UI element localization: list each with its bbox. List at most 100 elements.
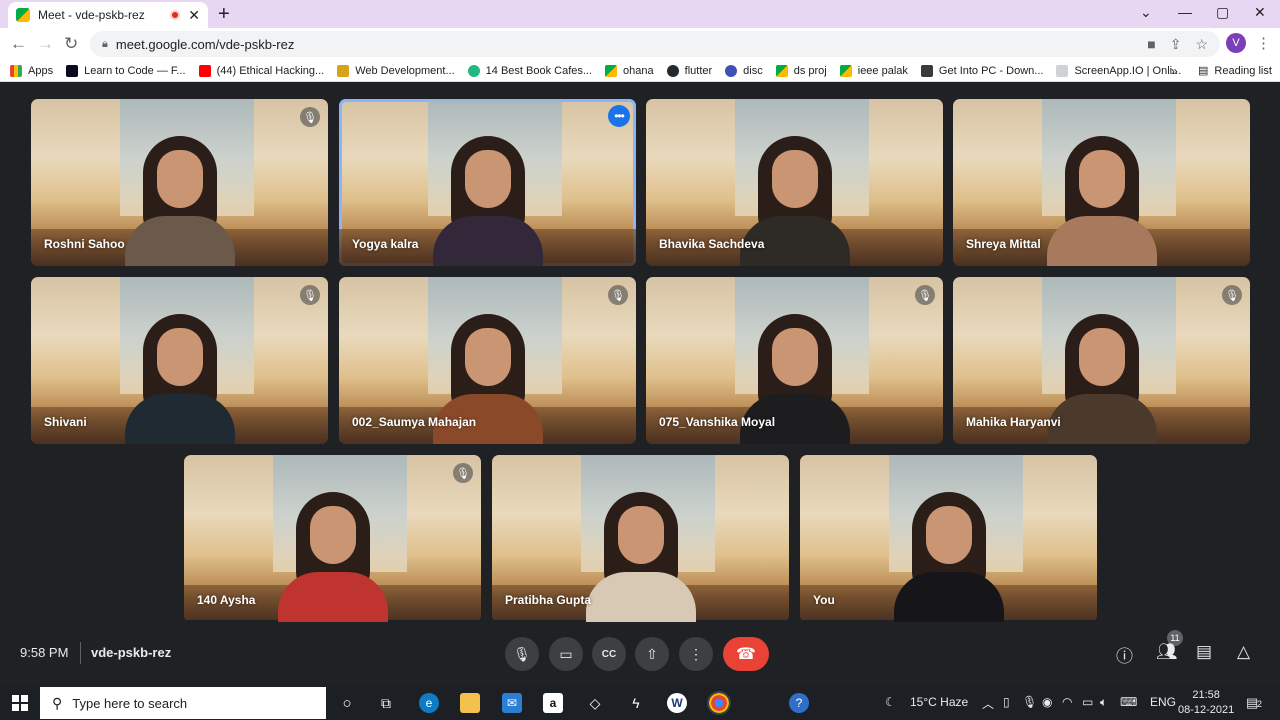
chrome-menu-icon[interactable]: ⋮ xyxy=(1256,34,1271,52)
bookmark-ds-proj[interactable]: ds proj xyxy=(775,64,827,77)
tray-microphone-icon[interactable]: 🎙︎ xyxy=(1022,695,1037,709)
tab-search-icon[interactable]: ⌄ xyxy=(1140,4,1152,21)
mail-icon[interactable]: ✉ xyxy=(502,693,522,713)
wifi-icon[interactable]: ◠ xyxy=(1062,695,1072,709)
chat-icon[interactable]: ▤ xyxy=(1196,642,1212,662)
bookmark-learn-to-code[interactable]: Learn to Code — F... xyxy=(66,64,186,77)
bookmark-ethical-hacking[interactable]: (44) Ethical Hacking... xyxy=(198,64,324,77)
bookmark-disc[interactable]: disc xyxy=(725,64,763,77)
participant-tile[interactable]: 🎙︎ Roshni Sahoo xyxy=(31,99,328,266)
participant-tile[interactable]: Bhavika Sachdeva xyxy=(646,99,943,266)
leave-call-button[interactable]: ☎ xyxy=(723,637,769,671)
getintopc-icon xyxy=(920,64,933,77)
battery-icon[interactable]: ▭ xyxy=(1082,695,1093,709)
keyboard-icon[interactable]: ⌨ xyxy=(1120,695,1137,709)
volume-icon[interactable]: 🔈︎ xyxy=(1100,695,1107,710)
file-explorer-icon[interactable] xyxy=(460,693,480,713)
cortana-icon[interactable]: ○ xyxy=(337,693,357,713)
clock-time: 21:58 xyxy=(1192,689,1220,701)
mic-muted-icon: 🎙︎ xyxy=(453,463,473,483)
participant-tile[interactable]: 🎙︎ 140 Aysha xyxy=(184,455,481,622)
meet-icon xyxy=(839,64,852,77)
maximize-button[interactable]: ▢ xyxy=(1216,4,1229,21)
amazon-icon[interactable]: a xyxy=(543,693,563,713)
mic-muted-icon: 🎙︎ xyxy=(1222,285,1242,305)
chrome-icon[interactable] xyxy=(707,691,731,715)
participant-name: Shreya Mittal xyxy=(966,237,1041,251)
more-options-button[interactable]: ⋮ xyxy=(679,637,713,671)
tray-chevron-icon[interactable]: ︿ xyxy=(982,695,994,712)
browser-tab-strip: Meet - vde-pskb-rez ✕ + ⌄ — ▢ ✕ xyxy=(0,0,1280,28)
weather-text[interactable]: 15°C Haze xyxy=(910,695,968,709)
task-view-icon[interactable]: ⧉ xyxy=(376,693,396,713)
bookmark-apps[interactable]: Apps xyxy=(10,64,53,77)
bookmark-screenapp[interactable]: ScreenApp.IO | Onli... xyxy=(1056,64,1181,77)
reading-list-button[interactable]: ▤ Reading list xyxy=(1198,64,1272,78)
windows-start-icon[interactable] xyxy=(12,695,28,711)
bookmark-ohana[interactable]: ohana xyxy=(605,64,654,77)
participant-tile[interactable]: 🎙︎ Mahika Haryanvi xyxy=(953,277,1250,444)
share-icon[interactable]: ⇪ xyxy=(1170,36,1182,53)
participant-name: 075_Vanshika Moyal xyxy=(659,415,776,429)
forward-icon[interactable]: → xyxy=(37,34,54,54)
new-tab-button[interactable]: + xyxy=(218,3,230,26)
meet-control-bar: 9:58 PM vde-pskb-rez 🎙︎ ▭ CC ⇧ ⋮ ☎ ⓘ 11 … xyxy=(0,620,1280,686)
participant-video xyxy=(432,135,543,266)
more-options-icon[interactable]: ••• xyxy=(608,105,630,127)
bookmarks-overflow-icon[interactable]: » xyxy=(1171,64,1178,78)
present-screen-icon: ⇧ xyxy=(646,645,658,662)
address-bar[interactable]: 🔒︎ meet.google.com/vde-pskb-rez ■ ⇪ ☆ xyxy=(90,31,1220,57)
bookmark-web-development[interactable]: Web Development... xyxy=(337,64,455,77)
taskbar-clock[interactable]: 21:58 08-12-2021 xyxy=(1178,688,1234,718)
minimize-button[interactable]: — xyxy=(1178,4,1192,20)
participant-tile[interactable]: Pratibha Gupta xyxy=(492,455,789,622)
bookmark-book-cafes[interactable]: 14 Best Book Cafes... xyxy=(467,64,592,77)
dropbox-icon[interactable]: ◇ xyxy=(585,693,605,713)
camera-in-use-icon[interactable]: ■ xyxy=(1147,36,1155,53)
help-icon[interactable]: ? xyxy=(789,693,809,713)
back-icon[interactable]: ← xyxy=(10,34,27,54)
meeting-details-icon[interactable]: ⓘ xyxy=(1116,642,1133,667)
participant-video xyxy=(124,135,235,266)
meeting-time: 9:58 PM xyxy=(20,645,69,660)
microphone-button[interactable]: 🎙︎ xyxy=(505,637,539,671)
meet-stage: 🎙︎ Roshni Sahoo ••• Yogya kalra Bhavika … xyxy=(0,83,1280,686)
language-indicator[interactable]: ENG xyxy=(1150,695,1176,709)
bookmark-star-icon[interactable]: ☆ xyxy=(1195,36,1208,53)
people-icon[interactable]: 👥︎ xyxy=(1156,642,1178,662)
participant-tile-self[interactable]: You xyxy=(800,455,1097,622)
participant-tile-active[interactable]: ••• Yogya kalra xyxy=(339,99,636,266)
present-button[interactable]: ⇧ xyxy=(635,637,669,671)
reading-list-icon: ▤ xyxy=(1198,65,1209,77)
search-icon: ⚲ xyxy=(52,694,63,711)
bookmarks-bar: Apps Learn to Code — F... (44) Ethical H… xyxy=(0,60,1280,82)
tab-close-icon[interactable]: ✕ xyxy=(188,7,200,24)
activities-icon[interactable]: △ xyxy=(1237,642,1250,662)
reload-icon[interactable]: ↻ xyxy=(64,34,78,54)
divider xyxy=(80,642,81,664)
captions-button[interactable]: CC xyxy=(592,637,626,671)
tab-meet[interactable]: Meet - vde-pskb-rez ✕ xyxy=(8,2,208,28)
bookmark-flutter[interactable]: flutter xyxy=(666,64,712,77)
close-window-button[interactable]: ✕ xyxy=(1254,4,1266,21)
participant-name: 140 Aysha xyxy=(197,593,256,607)
participant-name: You xyxy=(813,593,835,607)
profile-avatar[interactable]: V xyxy=(1226,33,1246,53)
meet-icon xyxy=(605,64,618,77)
tray-device-icon[interactable]: ▯ xyxy=(1003,695,1010,709)
microphone-icon: 🎙︎ xyxy=(513,645,531,662)
tray-location-icon[interactable]: ◉ xyxy=(1042,695,1052,709)
lightning-app-icon[interactable]: ϟ xyxy=(626,693,646,713)
weather-icon[interactable]: ☾ xyxy=(885,695,896,709)
taskbar-search-input[interactable]: ⚲ Type here to search xyxy=(40,687,326,719)
participant-tile[interactable]: 🎙︎ Shivani xyxy=(31,277,328,444)
webdev-icon xyxy=(337,64,350,77)
bookmark-ieee-palak[interactable]: ieee palak xyxy=(839,64,908,77)
participant-tile[interactable]: Shreya Mittal xyxy=(953,99,1250,266)
camera-button[interactable]: ▭ xyxy=(549,637,583,671)
edge-icon[interactable]: e xyxy=(419,693,439,713)
participant-tile[interactable]: 🎙︎ 002_Saumya Mahajan xyxy=(339,277,636,444)
word-icon[interactable]: W xyxy=(667,693,687,713)
bookmark-get-into-pc[interactable]: Get Into PC - Down... xyxy=(920,64,1043,77)
participant-tile[interactable]: 🎙︎ 075_Vanshika Moyal xyxy=(646,277,943,444)
